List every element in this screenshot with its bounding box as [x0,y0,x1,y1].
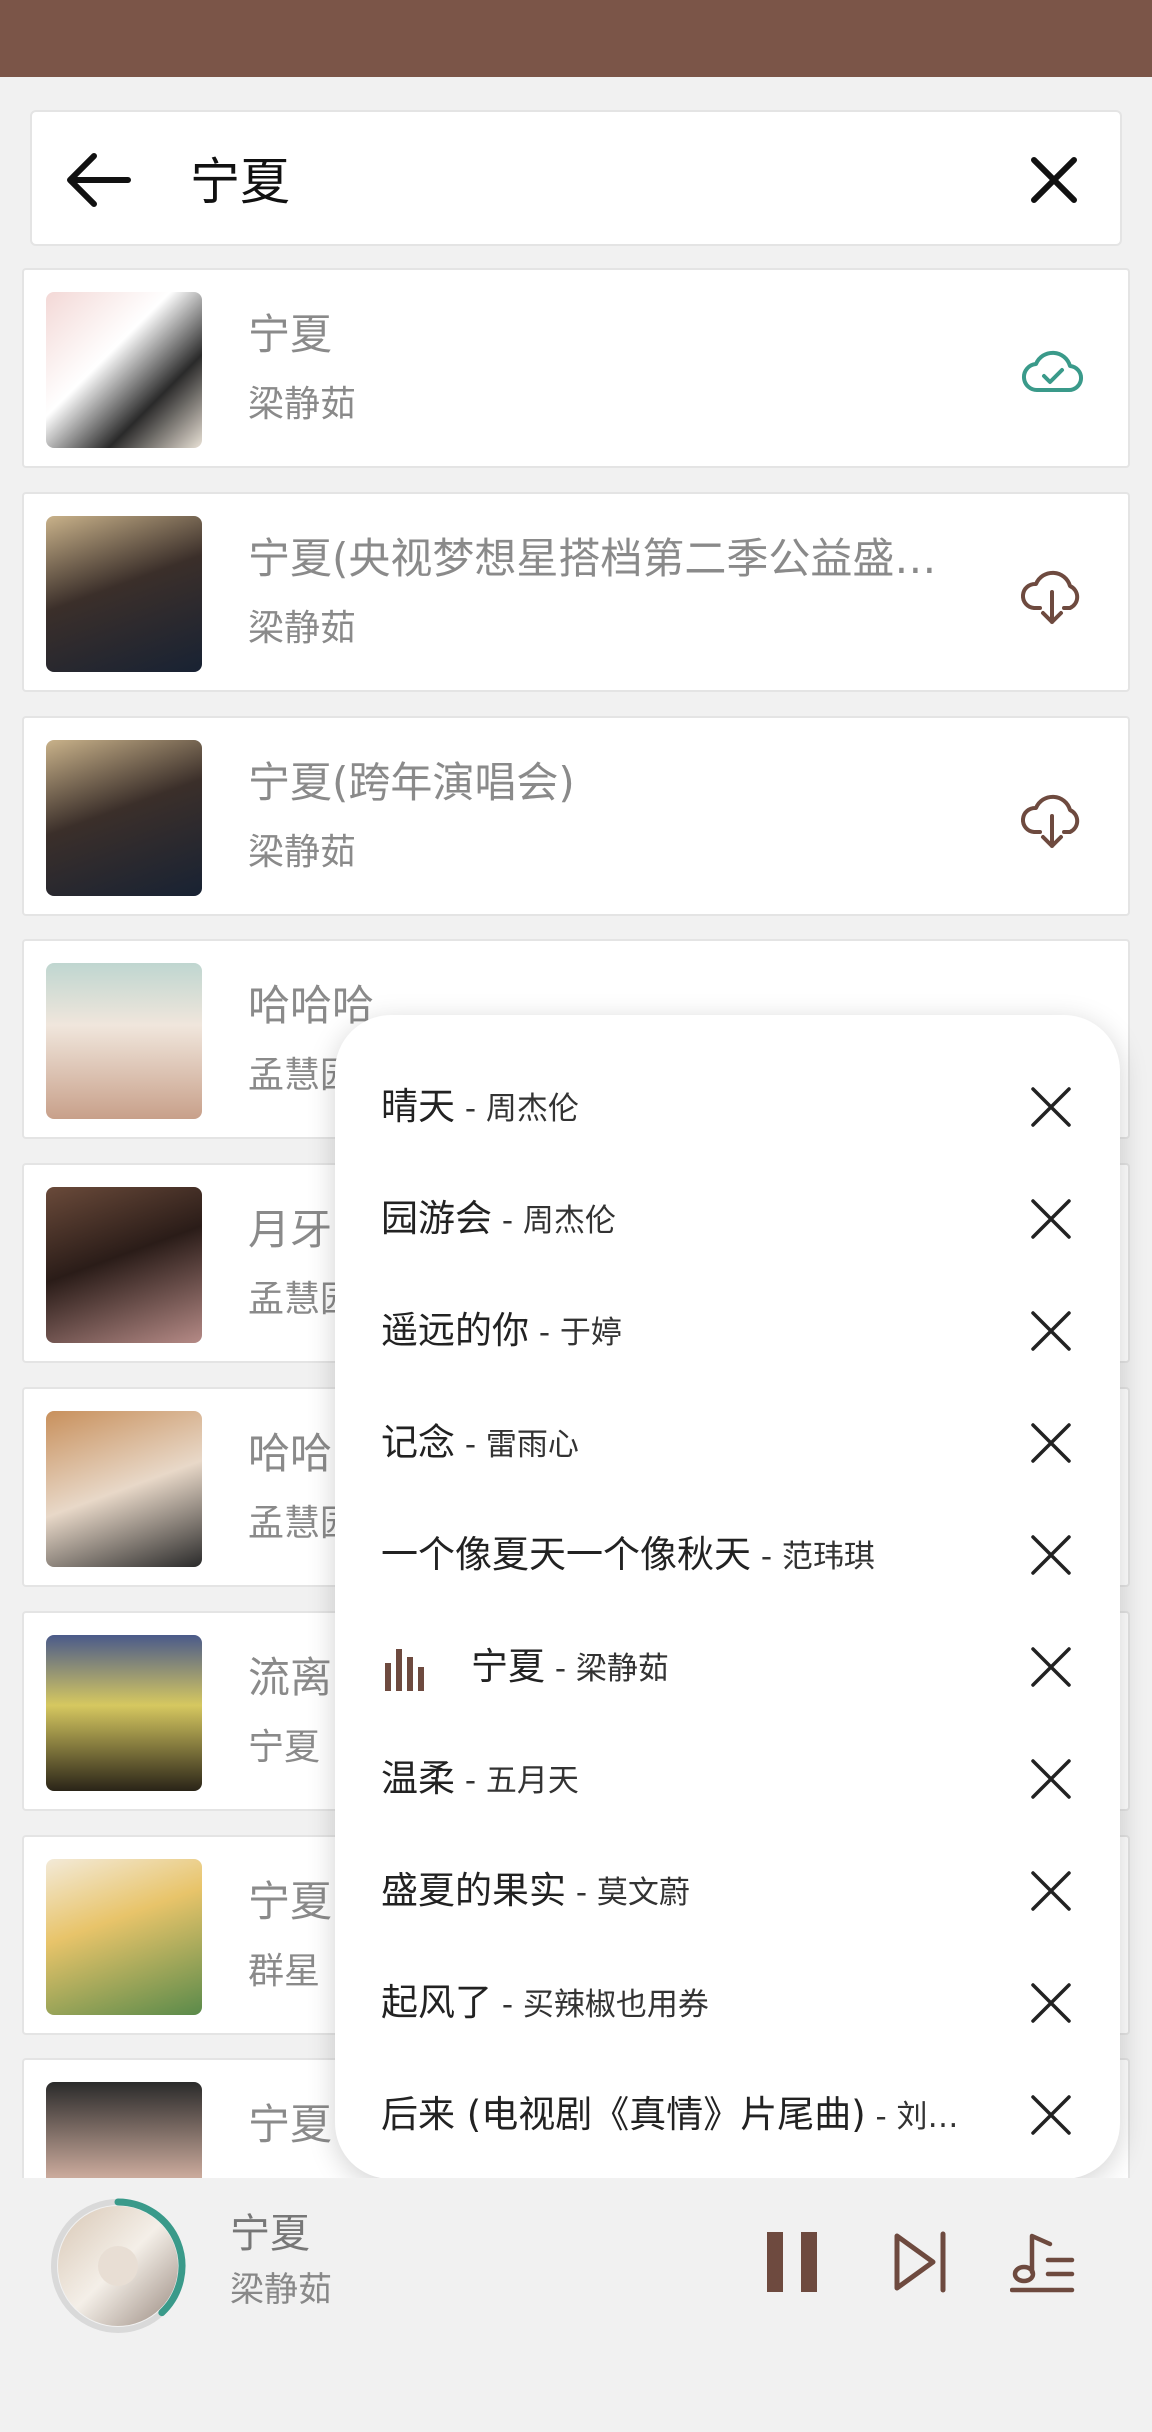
queue-item[interactable]: 温柔 - 五月天 [335,1723,1120,1835]
queue-item[interactable]: 记念 - 雷雨心 [335,1387,1120,1499]
queue-song-artist: - 范玮琪 [751,1539,875,1575]
queue-song-artist: - 买辣椒也用券 [492,1987,709,2023]
song-title: 宁夏 [248,1877,333,1926]
album-cover [46,1187,202,1343]
queue-item[interactable]: 遥远的你 - 于婷 [335,1275,1120,1387]
album-cover [46,516,202,672]
queue-item-text: 园游会 - 周杰伦 [381,1191,616,1249]
song-title: 月牙 [248,1205,333,1254]
queue-song-title: 宁夏 [471,1645,545,1688]
song-artist: 群星 [248,1951,321,1992]
queue-song-title: 园游会 [381,1197,492,1240]
pause-icon[interactable] [765,2230,821,2294]
queue-song-title: 遥远的你 [381,1309,529,1352]
queue-item[interactable]: 园游会 - 周杰伦 [335,1163,1120,1275]
search-input[interactable]: 宁夏 [190,152,290,212]
back-arrow-icon[interactable] [64,150,134,210]
queue-song-artist: - 梁静茹 [545,1651,669,1687]
queue-item[interactable]: 后来 (电视剧《真情》片尾曲) - 刘… [335,2059,1120,2171]
remove-from-queue-icon[interactable] [1029,1421,1073,1465]
song-row[interactable]: 宁夏 梁静茹 [22,268,1130,468]
queue-item-text: 晴天 - 周杰伦 [381,1079,579,1137]
remove-from-queue-icon[interactable] [1029,1645,1073,1689]
remove-from-queue-icon[interactable] [1029,1869,1073,1913]
remove-from-queue-icon[interactable] [1029,2093,1073,2137]
song-title: 流离 [248,1653,333,1702]
song-title: 哈哈 [248,1429,333,1478]
song-artist: 梁静茹 [248,832,357,873]
album-cover [46,1411,202,1567]
queue-song-title: 一个像夏天一个像秋天 [381,1533,751,1576]
song-artist: 梁静茹 [248,384,357,425]
song-title: 宁夏(央视梦想星搭档第二季公益盛… [248,534,937,583]
now-playing-equalizer-icon [385,1649,424,1691]
queue-item-text: 宁夏 - 梁静茹 [471,1639,669,1697]
now-playing-artist: 梁静茹 [230,2270,332,2310]
queue-item-text: 温柔 - 五月天 [381,1751,579,1809]
mini-player[interactable]: 宁夏 梁静茹 [0,2178,1152,2432]
queue-song-artist: - 雷雨心 [455,1427,579,1463]
album-cover [46,740,202,896]
queue-song-title: 后来 (电视剧《真情》片尾曲) [381,2093,866,2136]
status-bar [0,0,1152,77]
queue-item-text: 盛夏的果实 - 莫文蔚 [381,1863,690,1921]
remove-from-queue-icon[interactable] [1029,1533,1073,1577]
song-title: 宁夏 [248,2100,333,2149]
queue-song-artist: - 于婷 [529,1315,622,1351]
queue-item-text: 起风了 - 买辣椒也用券 [381,1975,709,2033]
queue-item[interactable]: 一个像夏天一个像秋天 - 范玮琪 [335,1499,1120,1611]
playlist-icon[interactable] [1010,2230,1076,2294]
queue-song-title: 盛夏的果实 [381,1869,566,1912]
skip-next-icon[interactable] [893,2230,949,2294]
search-bar: 宁夏 [30,110,1122,246]
queue-song-artist: - 周杰伦 [492,1203,616,1239]
queue-song-artist: - 莫文蔚 [566,1875,690,1911]
close-icon[interactable] [1026,152,1082,208]
queue-item-text: 遥远的你 - 于婷 [381,1303,622,1361]
queue-item-text: 后来 (电视剧《真情》片尾曲) - 刘… [381,2087,959,2145]
cloud-check-icon[interactable] [1020,340,1084,404]
queue-item[interactable]: 起风了 - 买辣椒也用券 [335,1947,1120,2059]
remove-from-queue-icon[interactable] [1029,1309,1073,1353]
queue-song-artist: - 五月天 [455,1763,579,1799]
cloud-download-icon[interactable] [1020,788,1084,852]
queue-item[interactable]: 宁夏 - 梁静茹 [335,1611,1120,1723]
album-cover [46,1859,202,2015]
song-row[interactable]: 宁夏(跨年演唱会) 梁静茹 [22,716,1130,916]
remove-from-queue-icon[interactable] [1029,1981,1073,2025]
song-artist: 梁静茹 [248,608,357,649]
queue-song-title: 温柔 [381,1757,455,1800]
song-title: 哈哈哈 [248,981,375,1030]
queue-item[interactable]: 盛夏的果实 - 莫文蔚 [335,1835,1120,1947]
album-cover [46,292,202,448]
remove-from-queue-icon[interactable] [1029,1085,1073,1129]
queue-song-title: 晴天 [381,1085,455,1128]
song-row[interactable]: 宁夏(央视梦想星搭档第二季公益盛… 梁静茹 [22,492,1130,692]
queue-song-title: 起风了 [381,1981,492,2024]
remove-from-queue-icon[interactable] [1029,1757,1073,1801]
queue-song-artist: - 刘… [865,2099,959,2135]
song-title: 宁夏(跨年演唱会) [248,758,575,807]
queue-song-artist: - 周杰伦 [455,1091,579,1127]
queue-song-title: 记念 [381,1421,455,1464]
now-playing-title: 宁夏 [230,2211,310,2257]
play-queue-popup: 晴天 - 周杰伦 园游会 - 周杰伦 遥远的你 - 于婷 记念 - 雷雨心 一个像夏天一… [335,1015,1120,2179]
album-cover [46,1635,202,1791]
song-artist: 宁夏 [248,1727,321,1768]
album-cover [46,963,202,1119]
queue-item[interactable]: 晴天 - 周杰伦 [335,1051,1120,1163]
song-title: 宁夏 [248,310,333,359]
now-playing-cover[interactable] [50,2198,186,2334]
cloud-download-icon[interactable] [1020,564,1084,628]
queue-item-text: 记念 - 雷雨心 [381,1415,579,1473]
remove-from-queue-icon[interactable] [1029,1197,1073,1241]
queue-item-text: 一个像夏天一个像秋天 - 范玮琪 [381,1527,875,1585]
